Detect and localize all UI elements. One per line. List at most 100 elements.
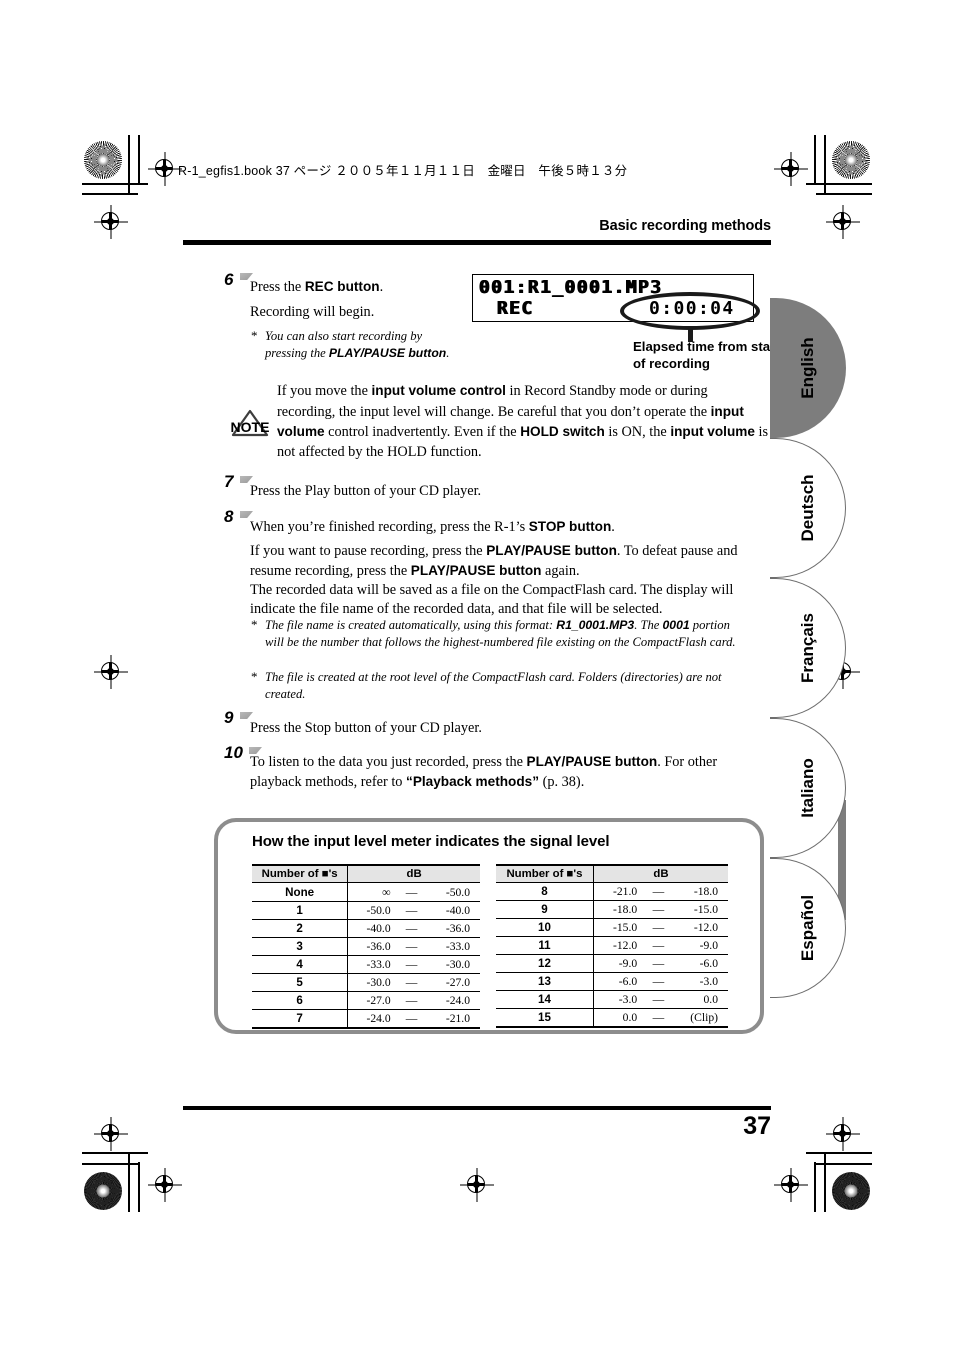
cell-db-high: -33.0 bbox=[427, 937, 480, 956]
panel-title: How the input level meter indicates the … bbox=[252, 833, 610, 850]
cell-db-dash: — bbox=[642, 918, 675, 937]
step-flag-9 bbox=[240, 712, 253, 719]
cell-count: 10 bbox=[496, 918, 594, 937]
cell-db-dash: — bbox=[395, 882, 428, 902]
registration-starburst-top-right bbox=[832, 141, 870, 179]
cell-db-high: -6.0 bbox=[674, 954, 728, 973]
table-row: 6 -27.0— -24.0 bbox=[252, 991, 480, 1010]
cell-db-dash: — bbox=[642, 972, 675, 991]
cell-db-low: -6.0 bbox=[593, 972, 643, 991]
crop-mark-bl-v1 bbox=[128, 1152, 130, 1212]
cell-db-high: -3.0 bbox=[674, 972, 728, 991]
language-tab-english[interactable]: English bbox=[770, 298, 846, 438]
step-number-6: 6 bbox=[224, 270, 234, 289]
step-8-footnote-marker-2: * bbox=[251, 669, 258, 684]
book-file-stamp: R-1_egfis1.book 37 ページ ２００５年１１月１１日 金曜日 午… bbox=[178, 164, 628, 178]
table-row: 15 0.0— (Clip) bbox=[496, 1008, 728, 1028]
language-tab-franais[interactable]: Français bbox=[770, 578, 846, 718]
cell-db-high: 0.0 bbox=[674, 990, 728, 1009]
table-row: 13 -6.0— -3.0 bbox=[496, 972, 728, 991]
cell-db-high: -12.0 bbox=[674, 918, 728, 937]
cell-db-low: -12.0 bbox=[593, 936, 643, 955]
step-number-7: 7 bbox=[224, 472, 234, 491]
cell-db-dash: — bbox=[642, 990, 675, 1009]
registration-cross-bl-a bbox=[94, 1117, 128, 1151]
page-number: 37 bbox=[743, 1112, 771, 1140]
table-row: 9 -18.0— -15.0 bbox=[496, 900, 728, 919]
table-header-row: Number of ■'s dB bbox=[252, 864, 480, 883]
cell-db-dash: — bbox=[395, 1009, 428, 1029]
cell-db-dash: — bbox=[642, 882, 675, 901]
cell-db-low: -27.0 bbox=[347, 991, 396, 1010]
cell-count: 9 bbox=[496, 900, 594, 919]
note-icon: NOTE bbox=[229, 408, 271, 440]
cell-db-low: -33.0 bbox=[347, 955, 396, 974]
cell-db-low: -21.0 bbox=[593, 882, 643, 901]
crop-mark-br-h1 bbox=[806, 1152, 872, 1154]
language-tabs: English Deutsch Français Italiano Español bbox=[770, 298, 890, 998]
cell-count: 7 bbox=[252, 1009, 349, 1029]
footer-rule bbox=[183, 1106, 771, 1110]
language-tab-label: Italiano bbox=[797, 758, 817, 818]
lcd-time-highlight-ellipse bbox=[620, 292, 760, 330]
registration-cross-tl-b bbox=[94, 205, 128, 239]
cell-db-dash: — bbox=[642, 936, 675, 955]
level-table-right: Number of ■'s dB 8 -21.0— -18.0 9 -18.0— -15.… bbox=[496, 864, 728, 1028]
cell-db-dash: — bbox=[395, 901, 428, 920]
registration-cross-tr-a bbox=[774, 152, 808, 186]
registration-cross-bottom-center bbox=[460, 1168, 494, 1202]
cell-count: 15 bbox=[496, 1008, 594, 1028]
crop-mark-br-v1 bbox=[824, 1152, 826, 1212]
cell-db-high: -24.0 bbox=[427, 991, 480, 1010]
registration-cross-bl-b bbox=[148, 1168, 182, 1202]
table-row: 3 -36.0— -33.0 bbox=[252, 937, 480, 956]
step-6-line-1: Press the REC button. bbox=[250, 279, 384, 295]
cell-db-high: -27.0 bbox=[427, 973, 480, 992]
crop-mark-tr-v1 bbox=[814, 135, 816, 185]
crop-mark-bl-h1 bbox=[82, 1152, 148, 1154]
col-header-count: Number of ■'s bbox=[252, 864, 349, 883]
language-tab-label: Français bbox=[797, 613, 817, 683]
cell-db-dash: — bbox=[395, 973, 428, 992]
svg-text:NOTE: NOTE bbox=[231, 419, 270, 435]
registration-starburst-bottom-right bbox=[832, 1172, 870, 1210]
cell-count: None bbox=[252, 882, 349, 902]
cell-count: 11 bbox=[496, 936, 594, 955]
registration-cross-tr-b bbox=[826, 205, 860, 239]
crop-mark-tl-v2 bbox=[138, 135, 140, 185]
cell-db-low: 0.0 bbox=[593, 1008, 643, 1028]
cell-db-dash: — bbox=[395, 919, 428, 938]
cell-count: 4 bbox=[252, 955, 349, 974]
crop-mark-tr-v2 bbox=[824, 135, 826, 195]
language-tab-italiano[interactable]: Italiano bbox=[770, 718, 846, 858]
cell-db-dash: — bbox=[395, 955, 428, 974]
step-9-line-1: Press the Stop button of your CD player. bbox=[250, 720, 482, 736]
level-table-left-body: None ∞ — -50.0 1 -50.0— -40.0 2 -40.0— -36.0 3 -36.… bbox=[252, 882, 480, 1029]
step-8-line-2: If you want to pause recording, press th… bbox=[250, 543, 738, 617]
step-number-10: 10 bbox=[224, 743, 243, 762]
crop-mark-br-v2 bbox=[814, 1162, 816, 1212]
cell-db-high: -40.0 bbox=[427, 901, 480, 920]
cell-db-low: ∞ bbox=[347, 882, 396, 902]
cell-count: 2 bbox=[252, 919, 349, 938]
cell-db-low: -15.0 bbox=[593, 918, 643, 937]
cell-count: 13 bbox=[496, 972, 594, 991]
lcd-callout-label: Elapsed time from start of recording bbox=[633, 339, 780, 371]
table-row: 8 -21.0— -18.0 bbox=[496, 882, 728, 901]
cell-count: 14 bbox=[496, 990, 594, 1009]
note-box-text: If you move the input volume control in … bbox=[277, 383, 769, 460]
cell-count: 1 bbox=[252, 901, 349, 920]
level-table-left: Number of ■'s dB None ∞ — -50.0 1 -50.0— -40.0… bbox=[252, 864, 480, 1029]
cell-db-low: -9.0 bbox=[593, 954, 643, 973]
table-row: 11 -12.0— -9.0 bbox=[496, 936, 728, 955]
table-row: 14 -3.0—0.0 bbox=[496, 990, 728, 1009]
cell-db-low: -40.0 bbox=[347, 919, 396, 938]
language-tab-deutsch[interactable]: Deutsch bbox=[770, 438, 846, 578]
language-tab-label: English bbox=[797, 337, 817, 399]
language-tab-espaol[interactable]: Español bbox=[770, 858, 846, 998]
step-6-footnote-1: You can also start recording by pressing… bbox=[265, 329, 450, 360]
cell-db-high: -9.0 bbox=[674, 936, 728, 955]
lcd-line-2: REC bbox=[497, 298, 534, 319]
cell-db-high: -18.0 bbox=[674, 882, 728, 901]
table-row: None ∞ — -50.0 bbox=[252, 882, 480, 902]
